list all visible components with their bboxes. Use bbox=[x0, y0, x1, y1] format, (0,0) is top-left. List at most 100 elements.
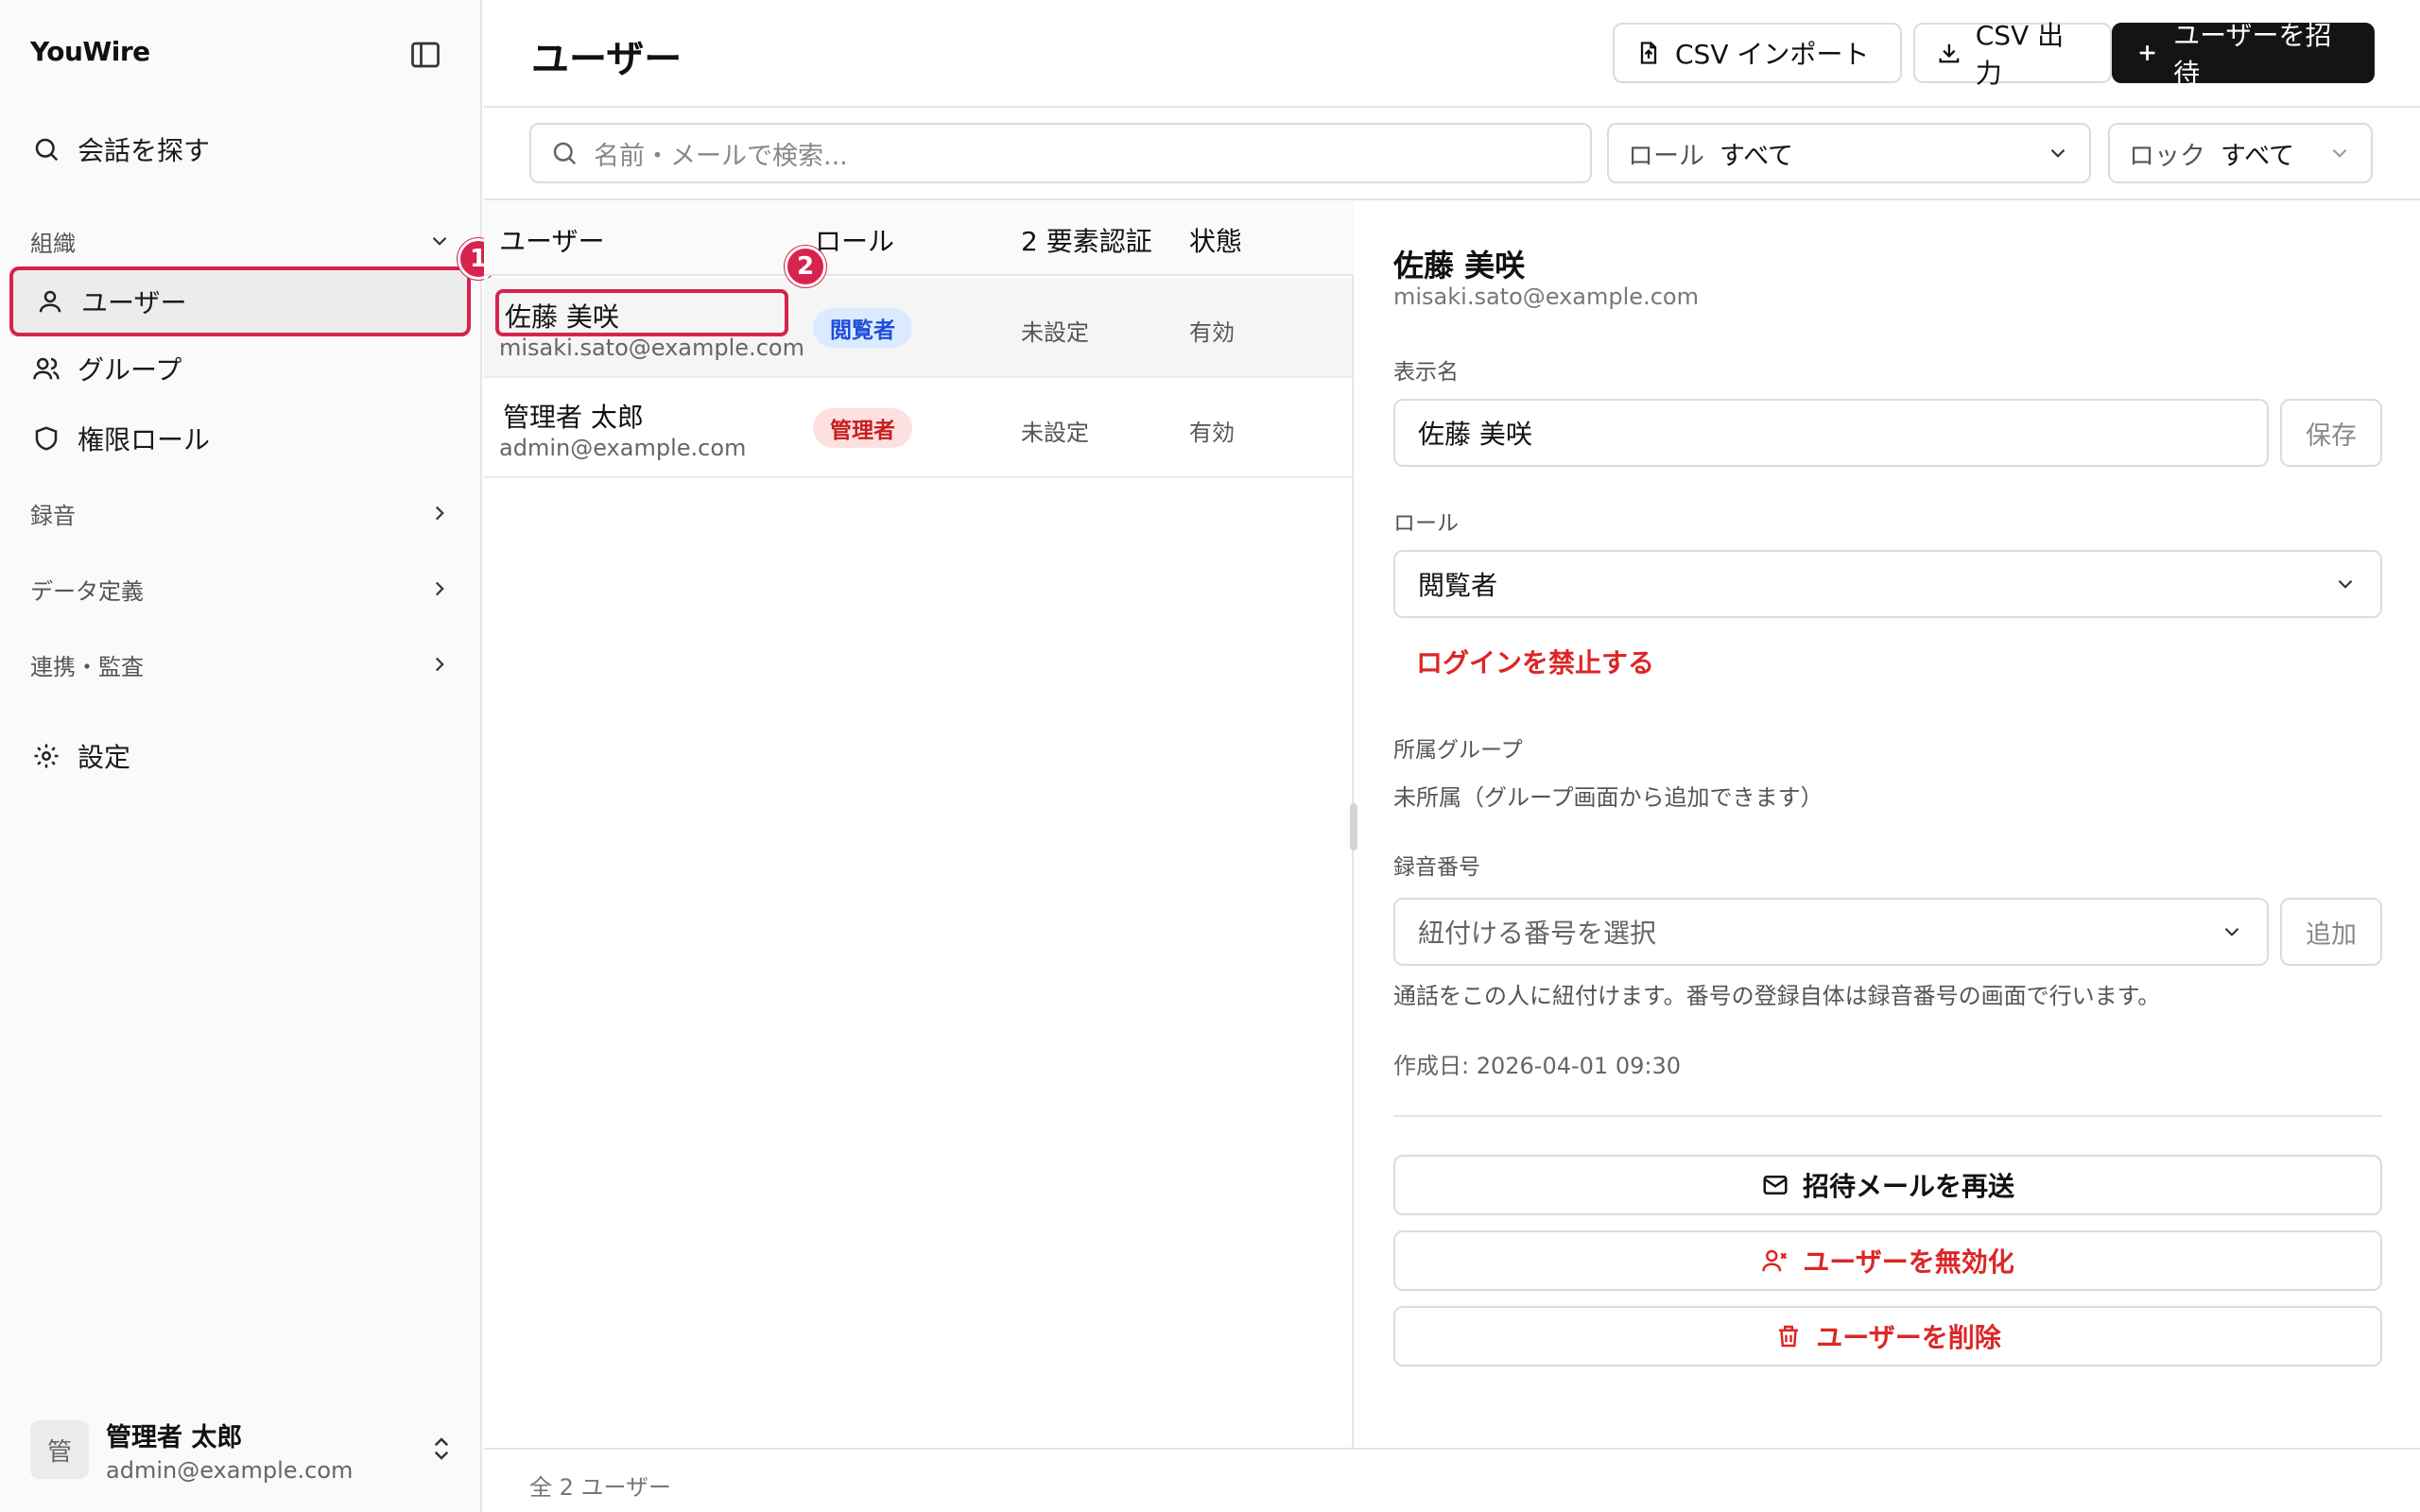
ban-login-link[interactable]: ログインを禁止する bbox=[1416, 643, 1654, 680]
search-placeholder: 名前・メールで検索... bbox=[594, 141, 848, 171]
table-header: ユーザー ロール 2 要素認証 状態 bbox=[484, 200, 1354, 276]
section-label: 録音 bbox=[30, 502, 76, 529]
csv-import-button[interactable]: CSV インポート bbox=[1613, 23, 1902, 83]
section-label: 組織 bbox=[30, 230, 76, 257]
user-email: admin@example.com bbox=[106, 1456, 354, 1484]
table-row[interactable]: 佐藤 美咲 misaki.sato@example.com 閲覧者 未設定 有効 bbox=[484, 278, 1352, 378]
annotation-marker-2: 2 bbox=[785, 246, 826, 287]
users-table: ユーザー ロール 2 要素認証 状態 佐藤 美咲 misaki.sato@exa… bbox=[484, 200, 1354, 1448]
sidebar-item-label: 会話を探す bbox=[78, 135, 211, 166]
detail-user-email: misaki.sato@example.com bbox=[1393, 284, 1699, 310]
chevron-right-icon bbox=[435, 657, 444, 672]
filter-bar: 名前・メールで検索... ロール すべて ロック すべて bbox=[484, 110, 2420, 200]
sidebar-item-groups[interactable]: グループ bbox=[9, 336, 471, 401]
field-value: 佐藤 美咲 bbox=[1418, 419, 1532, 450]
sidebar-item-label: ユーザー bbox=[81, 287, 187, 318]
sidebar-section-data-definition[interactable]: データ定義 bbox=[30, 565, 452, 612]
download-icon bbox=[1939, 43, 1960, 63]
sidebar-section-org[interactable]: 組織 bbox=[30, 217, 452, 265]
csv-export-button[interactable]: CSV 出力 bbox=[1913, 20, 2112, 89]
mail-icon bbox=[1763, 1176, 1788, 1194]
role-select[interactable]: 閲覧者 bbox=[1393, 550, 2382, 618]
trash-icon bbox=[1779, 1325, 1799, 1348]
disable-user-button[interactable]: ユーザーを無効化 bbox=[1393, 1230, 2382, 1291]
gear-icon bbox=[34, 744, 59, 768]
user-meta: 管理者 太郎 admin@example.com bbox=[106, 1417, 353, 1484]
user-icon bbox=[39, 290, 61, 313]
users-icon bbox=[33, 357, 60, 380]
select-label: ロール bbox=[1628, 141, 1704, 171]
button-label: ユーザーを招待 bbox=[2173, 20, 2332, 89]
lock-filter-select[interactable]: ロック すべて bbox=[2108, 123, 2373, 183]
column-header-status[interactable]: 状態 bbox=[1189, 221, 1242, 259]
user-name: 管理者 太郎 bbox=[106, 1422, 243, 1452]
delete-user-button[interactable]: ユーザーを削除 bbox=[1393, 1306, 2382, 1366]
status-cell: 有効 bbox=[1189, 420, 1235, 446]
recording-numbers-label: 録音番号 bbox=[1393, 855, 1480, 880]
detail-user-name: 佐藤 美咲 bbox=[1393, 248, 1526, 284]
column-header-mfa[interactable]: 2 要素認証 bbox=[1021, 221, 1152, 259]
sidebar-item-users[interactable]: ユーザー bbox=[9, 266, 471, 336]
table-footer: 全 2 ユーザー bbox=[484, 1448, 2420, 1512]
search-icon bbox=[553, 142, 577, 165]
sidebar-toggle-icon[interactable] bbox=[408, 38, 442, 72]
section-label: データ定義 bbox=[30, 577, 144, 605]
user-email-cell: admin@example.com bbox=[499, 435, 747, 461]
column-header-role[interactable]: ロール bbox=[815, 221, 894, 259]
select-label: ロック bbox=[2129, 141, 2205, 171]
sidebar-item-roles[interactable]: 権限ロール bbox=[9, 406, 471, 471]
user-name-cell: 管理者 太郎 bbox=[503, 402, 644, 433]
user-count: 全 2 ユーザー bbox=[529, 1474, 672, 1501]
select-value: 閲覧者 bbox=[1418, 570, 1498, 601]
user-email-cell: misaki.sato@example.com bbox=[499, 335, 804, 361]
sidebar-item-settings[interactable]: 設定 bbox=[9, 724, 471, 788]
chevron-down-icon bbox=[2050, 148, 2066, 158]
brand-logo: YouWire bbox=[30, 36, 150, 67]
sidebar-search-conversations[interactable]: 会話を探す bbox=[9, 117, 471, 181]
display-name-label: 表示名 bbox=[1393, 360, 1459, 385]
sidebar-item-label: グループ bbox=[78, 354, 182, 386]
add-number-button[interactable]: 追加 bbox=[2280, 898, 2382, 966]
recording-number-select[interactable]: 紐付ける番号を選択 bbox=[1393, 898, 2269, 966]
button-label: CSV 出力 bbox=[1975, 20, 2065, 89]
created-at: 作成日: 2026-04-01 09:30 bbox=[1393, 1053, 1681, 1079]
current-user-menu[interactable]: 管 管理者 太郎 admin@example.com bbox=[30, 1416, 456, 1484]
button-label: ユーザーを無効化 bbox=[1803, 1246, 2014, 1278]
user-detail-panel: 佐藤 美咲 misaki.sato@example.com 表示名 佐藤 美咲 … bbox=[1356, 200, 2420, 1448]
display-name-field[interactable]: 佐藤 美咲 bbox=[1393, 399, 2269, 467]
role-label: ロール bbox=[1393, 511, 1459, 536]
button-label: 招待メールを再送 bbox=[1802, 1171, 2014, 1202]
column-header-user[interactable]: ユーザー bbox=[499, 221, 604, 259]
save-button[interactable]: 保存 bbox=[2280, 399, 2382, 467]
page-header: ユーザー CSV インポート CSV 出力 ユーザーを招待 bbox=[484, 0, 2420, 108]
search-icon bbox=[35, 138, 59, 162]
chevron-up-down-icon bbox=[434, 1437, 449, 1460]
chevron-down-icon bbox=[432, 236, 447, 246]
groups-label: 所属グループ bbox=[1393, 738, 1523, 763]
search-input[interactable]: 名前・メールで検索... bbox=[529, 123, 1592, 183]
chevron-down-icon bbox=[2224, 927, 2239, 936]
divider bbox=[1393, 1115, 2382, 1117]
invite-user-button[interactable]: ユーザーを招待 bbox=[2112, 20, 2375, 89]
role-badge: 閲覧者 bbox=[813, 308, 912, 348]
file-upload-icon bbox=[1640, 42, 1657, 64]
chevron-down-icon bbox=[2338, 579, 2353, 589]
sidebar-section-integration[interactable]: 連携・監査 bbox=[30, 641, 452, 688]
button-label: ユーザーを削除 bbox=[1816, 1322, 2001, 1353]
user-x-icon bbox=[1762, 1249, 1788, 1272]
chevron-down-icon bbox=[2332, 148, 2347, 158]
page-title: ユーザー bbox=[531, 38, 683, 81]
role-filter-select[interactable]: ロール すべて bbox=[1607, 123, 2091, 183]
button-label: CSV インポート bbox=[1675, 39, 1870, 70]
recording-numbers-help: 通話をこの人に紐付けます。番号の登録自体は録音番号の画面で行います。 bbox=[1393, 983, 2161, 1009]
sidebar-item-label: 設定 bbox=[78, 742, 131, 773]
select-value: すべて bbox=[2221, 141, 2295, 171]
user-name-cell[interactable]: 佐藤 美咲 bbox=[495, 289, 788, 336]
sidebar-section-recording[interactable]: 録音 bbox=[30, 490, 452, 537]
groups-value: 未所属（グループ画面から追加できます） bbox=[1393, 784, 1824, 811]
table-row[interactable]: 管理者 太郎 admin@example.com 管理者 未設定 有効 bbox=[484, 378, 1352, 478]
section-label: 連携・監査 bbox=[30, 653, 144, 680]
resend-invite-button[interactable]: 招待メールを再送 bbox=[1393, 1155, 2382, 1215]
select-value: すべて bbox=[1720, 141, 1794, 171]
sidebar: YouWire 会話を探す 組織 ユーザー 1 グループ 権限ロール 録音 デー… bbox=[0, 0, 499, 1512]
